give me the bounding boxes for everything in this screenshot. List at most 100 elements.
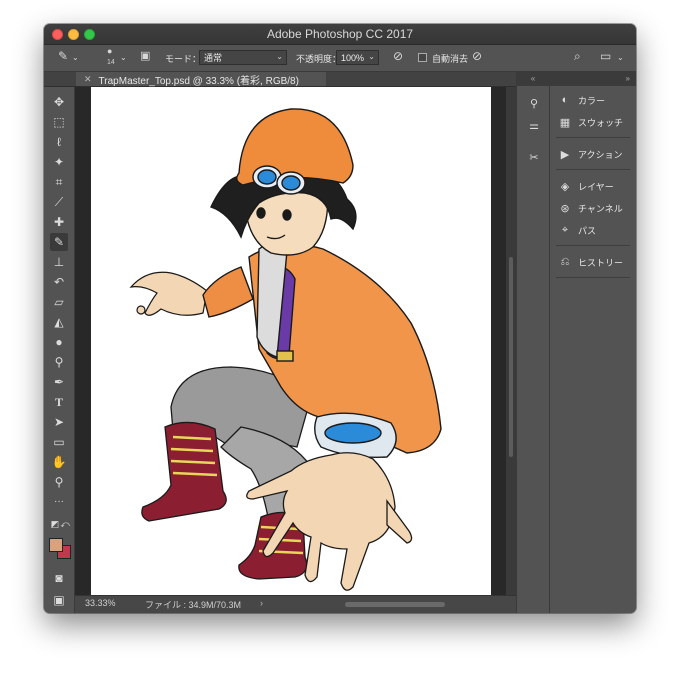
mode-label: モード： — [165, 53, 202, 64]
panel-channels-label: チャンネル — [578, 203, 623, 214]
panel-divider — [556, 277, 630, 278]
swatches-grid-icon: ▦ — [559, 116, 571, 129]
blur-tool-icon[interactable]: ● — [50, 333, 68, 351]
panel-layers[interactable]: ◈ レイヤー — [550, 176, 636, 196]
jacket-sleeve-left — [202, 266, 254, 318]
marquee-tool-icon[interactable]: ⬚ — [50, 113, 68, 131]
brush-settings-strip-icon[interactable]: ⚌ — [526, 118, 542, 134]
workspace-chevron-icon[interactable]: ⌄ — [617, 53, 624, 62]
panel-paths-label: パス — [578, 225, 597, 236]
status-bar: 33.33% ファイル : 34.9M/70.3M › — [75, 595, 516, 613]
auto-erase-label: 自動消去 — [432, 53, 469, 64]
panel-divider — [556, 169, 630, 170]
pencil-tool-button-icon[interactable]: ✎ — [50, 233, 68, 251]
history-icon: ⎌ — [560, 255, 570, 268]
tool-preset-chevron-icon[interactable]: ⌄ — [72, 53, 79, 62]
play-icon: ▶ — [560, 148, 570, 161]
panel-paths[interactable]: ⌖ パス — [550, 220, 636, 240]
brush-picker-chevron-icon[interactable]: ⌄ — [120, 53, 127, 62]
belt-buckle — [276, 350, 294, 362]
pencil-tool-icon[interactable]: ✎ — [58, 49, 68, 63]
paths-icon: ⌖ — [561, 223, 569, 236]
pressure-size-icon[interactable]: ⊘ — [472, 49, 482, 63]
layers-icon: ◈ — [560, 180, 570, 193]
path-selection-tool-icon[interactable]: ➤ — [50, 413, 68, 431]
opacity-label: 不透明度： — [296, 53, 342, 64]
mode-select-value: 通常 — [204, 53, 223, 63]
swap-colors-icon[interactable]: ⤺ — [56, 515, 74, 533]
quick-mask-icon[interactable]: ◙ — [50, 569, 68, 587]
eyedropper-tool-icon[interactable]: ⟋ — [50, 193, 68, 211]
panel-layers-label: レイヤー — [578, 181, 614, 192]
character-illustration — [129, 108, 442, 591]
canvas-area[interactable] — [75, 87, 516, 595]
panel-color-label: カラー — [578, 95, 606, 106]
document-canvas[interactable] — [91, 87, 491, 595]
horizontal-scroll-thumb[interactable] — [345, 602, 445, 607]
panel-swatches-label: スウォッチ — [578, 117, 624, 128]
crop-tool-icon[interactable]: ⌗ — [50, 173, 68, 191]
type-tool-icon[interactable]: T — [50, 393, 68, 411]
title-bar: Adobe Photoshop CC 2017 — [44, 24, 636, 45]
panel-swatches[interactable]: ▦ スウォッチ — [550, 112, 636, 132]
tool-presets-strip-icon[interactable]: ✂ — [526, 150, 542, 166]
brush-panel-icon[interactable]: ▣ — [140, 49, 150, 62]
vertical-scroll-thumb[interactable] — [509, 257, 513, 457]
chevron-down-icon: ⌄ — [368, 52, 375, 61]
photoshop-window: Adobe Photoshop CC 2017 ✎ ⌄ ● 14 ⌄ ▣ モード… — [44, 24, 636, 613]
workspace-icon[interactable]: ▭ — [600, 49, 611, 63]
panel-actions[interactable]: ▶ アクション — [550, 144, 636, 164]
pen-tool-icon[interactable]: ✒ — [50, 373, 68, 391]
left-hand — [129, 271, 208, 316]
magic-wand-tool-icon[interactable]: ✦ — [50, 153, 68, 171]
chevron-down-icon: ⌄ — [276, 52, 283, 61]
document-tab-bar: ✕ TrapMaster_Top.psd @ 33.3% (着彩, RGB/8) — [44, 72, 516, 87]
tools-panel: ✥ ⬚ ℓ ✦ ⌗ ⟋ ✚ ✎ ⊥ ↶ ▱ ◭ ● ⚲ ✒ T ➤ ▭ ✋ ⚲ … — [44, 87, 75, 613]
lasso-tool-icon[interactable]: ℓ — [50, 133, 68, 151]
panel-color[interactable]: ◐ カラー — [550, 90, 636, 110]
screen-mode-icon[interactable]: ▣ — [50, 591, 68, 609]
opacity-field[interactable]: 100% ⌄ — [336, 50, 379, 65]
pressure-opacity-icon[interactable]: ⊘ — [393, 49, 403, 63]
window-title: Adobe Photoshop CC 2017 — [266, 27, 414, 41]
panel-history-label: ヒストリー — [578, 257, 624, 268]
vertical-scrollbar[interactable] — [506, 87, 516, 595]
document-tab-title: TrapMaster_Top.psd @ 33.3% (着彩, RGB/8) — [98, 75, 299, 87]
auto-erase-checkbox[interactable] — [418, 53, 427, 62]
foreground-color-swatch[interactable] — [49, 538, 63, 552]
zoom-level[interactable]: 33.33% — [85, 598, 116, 608]
more-tools-icon[interactable]: ··· — [50, 493, 68, 511]
panels-collapse-icon[interactable]: » — [550, 72, 636, 86]
brush-size: 14 — [107, 59, 115, 66]
panel-channels[interactable]: ⊛ チャンネル — [550, 198, 636, 218]
panel-actions-label: アクション — [578, 149, 623, 160]
panel-strip-collapse-icon[interactable]: « — [517, 72, 549, 86]
panel-divider — [556, 245, 630, 246]
healing-brush-tool-icon[interactable]: ✚ — [50, 213, 68, 231]
rectangle-tool-icon[interactable]: ▭ — [50, 433, 68, 451]
history-brush-tool-icon[interactable]: ↶ — [50, 273, 68, 291]
options-bar: ✎ ⌄ ● 14 ⌄ ▣ モード： 通常 ⌄ 不透明度： 100% ⌄ ⊘ 自動… — [44, 45, 636, 72]
clone-stamp-tool-icon[interactable]: ⊥ — [50, 253, 68, 271]
eraser-tool-icon[interactable]: ▱ — [50, 293, 68, 311]
paint-bucket-tool-icon[interactable]: ◭ — [50, 313, 68, 331]
panel-history[interactable]: ⎌ ヒストリー — [550, 252, 636, 272]
panel-icon-strip: « ⚲ ⚌ ✂ — [516, 72, 550, 613]
search-icon[interactable]: ⌕ — [574, 49, 581, 64]
file-size-info: ファイル : 34.9M/70.3M — [145, 600, 242, 610]
zoom-tool-icon[interactable]: ⚲ — [50, 473, 68, 491]
panel-divider — [556, 137, 630, 138]
dodge-tool-icon[interactable]: ⚲ — [50, 353, 68, 371]
channels-icon: ⊛ — [560, 202, 570, 215]
hand-tool-icon[interactable]: ✋ — [50, 453, 68, 471]
color-palette-icon: ◐ — [561, 94, 569, 106]
opacity-value: 100% — [341, 52, 365, 63]
move-tool-icon[interactable]: ✥ — [50, 93, 68, 111]
document-tab[interactable]: ✕ TrapMaster_Top.psd @ 33.3% (着彩, RGB/8) — [76, 72, 326, 87]
mode-select[interactable]: 通常 ⌄ — [199, 50, 287, 65]
status-menu-arrow[interactable]: › — [260, 598, 263, 608]
close-tab-icon[interactable]: ✕ — [84, 74, 92, 85]
brush-dot-icon[interactable]: ● — [107, 46, 112, 56]
brush-panel-strip-icon[interactable]: ⚲ — [526, 96, 542, 112]
panels-column: » ◐ カラー ▦ スウォッチ ▶ アクション ◈ レイヤー ⊛ チャンネル ⌖… — [550, 72, 636, 613]
